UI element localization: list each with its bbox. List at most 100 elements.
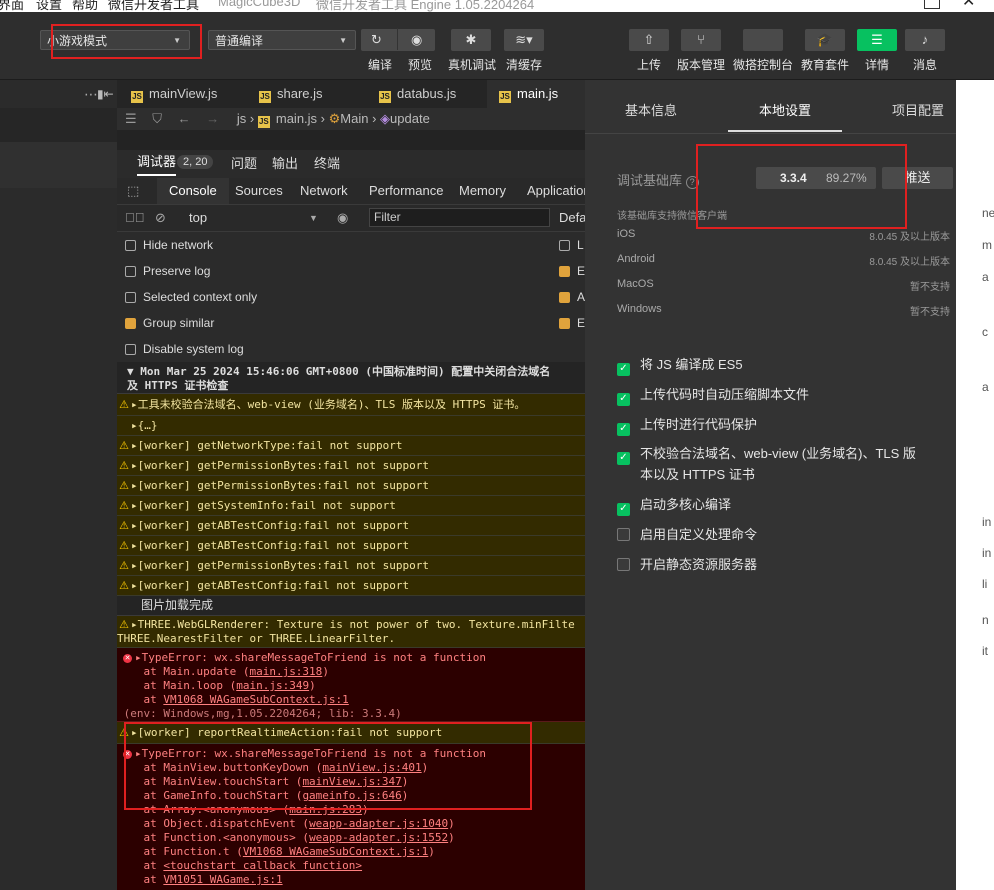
tab-application[interactable]: Application xyxy=(527,178,591,204)
details-icon[interactable]: ☰ xyxy=(857,29,897,51)
option-hide-network[interactable]: Hide network xyxy=(125,238,213,252)
checkbox[interactable] xyxy=(617,558,630,571)
log-object[interactable]: ▸{…} xyxy=(117,416,585,436)
checkbox[interactable] xyxy=(617,528,630,541)
option-right-2[interactable]: E xyxy=(559,264,585,278)
tab-console[interactable]: Console xyxy=(157,178,229,204)
push-button[interactable]: 推送 xyxy=(882,167,953,189)
option-disable-system-log[interactable]: Disable system log xyxy=(125,342,244,356)
checkbox[interactable] xyxy=(125,292,136,303)
tab-basic-info[interactable]: 基本信息 xyxy=(625,100,677,119)
setting-multicore[interactable]: ✓ 启动多核心编译 xyxy=(617,494,731,516)
option-right-3[interactable]: A xyxy=(559,290,585,304)
checkbox[interactable] xyxy=(125,344,136,355)
log-error[interactable]: ✕ ▸TypeError: wx.shareMessageToFriend is … xyxy=(117,744,585,890)
lib-version-select[interactable]: 3.3.4 89.27% xyxy=(756,167,876,189)
checkbox-checked[interactable] xyxy=(125,318,136,329)
forward-icon[interactable]: → xyxy=(206,111,219,126)
source-link[interactable]: mainView.js:347 xyxy=(302,775,401,788)
tab-network[interactable]: Network xyxy=(300,178,348,204)
menu-help[interactable]: 帮助 xyxy=(72,0,98,12)
checkbox-checked[interactable] xyxy=(559,292,570,303)
log-error[interactable]: ✕ ▸TypeError: wx.shareMessageToFriend is … xyxy=(117,648,585,722)
refresh-icon[interactable]: ↻ xyxy=(371,29,382,51)
option-selected-context[interactable]: Selected context only xyxy=(125,290,257,304)
list-icon[interactable]: ☰ xyxy=(125,111,137,126)
source-link[interactable]: VM1051 WAGame.js:1 xyxy=(163,873,282,886)
tab-performance[interactable]: Performance xyxy=(369,178,443,204)
source-link[interactable]: main.js:283 xyxy=(289,803,362,816)
checkbox[interactable] xyxy=(559,240,570,251)
tab-output[interactable]: 输出 xyxy=(272,150,298,178)
editor-area[interactable] xyxy=(117,130,585,150)
explorer-row[interactable] xyxy=(0,108,117,142)
checkbox[interactable] xyxy=(125,240,136,251)
layers-icon[interactable]: ≋▾ xyxy=(504,29,544,51)
source-link[interactable]: main.js:318 xyxy=(249,665,322,678)
maximize-icon[interactable] xyxy=(924,0,940,9)
log-warning[interactable]: ⚠ ▸工具未校验合法域名、web-view (业务域名)、TLS 版本以及 HTT… xyxy=(117,394,585,416)
tab-problems[interactable]: 问题 xyxy=(231,150,257,178)
setting-static-server[interactable]: 开启静态资源服务器 xyxy=(617,554,757,573)
sidebar-icon[interactable]: ▶⃞ xyxy=(125,205,145,231)
bookmark-icon[interactable]: ⛉ xyxy=(152,111,162,126)
setting-code-protect[interactable]: ✓ 上传时进行代码保护 xyxy=(617,414,757,436)
version-icon[interactable]: ⑂ xyxy=(681,29,721,51)
clear-cache-button[interactable]: 清缓存 xyxy=(503,56,545,73)
log-warning[interactable]: ⚠ ▸[worker] getPermissionBytes:fail not s… xyxy=(117,476,585,496)
tab-local-settings[interactable]: 本地设置 xyxy=(759,100,811,119)
log-warning[interactable]: ⚠ ▸[worker] getPermissionBytes:fail not s… xyxy=(117,456,585,476)
option-preserve-log[interactable]: Preserve log xyxy=(125,264,210,278)
setting-skip-domain-check[interactable]: ✓ 不校验合法域名、web-view (业务域名)、TLS 版本以及 HTTPS … xyxy=(617,444,916,485)
check-icon[interactable]: ✓ xyxy=(617,503,630,516)
breadcrumb-item[interactable]: js xyxy=(237,111,246,126)
close-icon[interactable]: ✕ xyxy=(962,0,975,11)
log-warning[interactable]: ⚠ ▸[worker] getABTestConfig:fail not supp… xyxy=(117,536,585,556)
sidebar-toggle-icon[interactable]: ▮⇤ xyxy=(97,80,114,108)
eye-icon[interactable]: ◉ xyxy=(337,205,348,231)
messages-button[interactable]: 消息 xyxy=(906,56,944,73)
bug-icon[interactable]: ✱ xyxy=(451,29,491,51)
menu-settings[interactable]: 设置 xyxy=(36,0,62,12)
tab-mainview[interactable]: JS mainView.js xyxy=(131,80,243,108)
upload-icon[interactable]: ⇧ xyxy=(629,29,669,51)
weda-console-button[interactable]: 微搭控制台 xyxy=(731,56,795,73)
tab-terminal[interactable]: 终端 xyxy=(314,150,340,178)
upload-button[interactable]: 上传 xyxy=(630,56,668,73)
check-icon[interactable]: ✓ xyxy=(617,393,630,406)
details-button[interactable]: 详情 xyxy=(858,56,896,73)
bell-icon[interactable]: ♪ xyxy=(905,29,945,51)
source-link[interactable]: weapp-adapter.js:1552 xyxy=(309,831,448,844)
tab-databus[interactable]: JS databus.js xyxy=(379,80,489,108)
log-warning[interactable]: ⚠ ▸[worker] reportRealtimeAction:fail not… xyxy=(117,722,585,744)
option-right-1[interactable]: L xyxy=(559,238,584,252)
source-link[interactable]: <touchstart callback function> xyxy=(163,859,362,872)
check-icon[interactable]: ✓ xyxy=(617,452,630,465)
context-select[interactable]: top xyxy=(189,205,207,231)
setting-minify[interactable]: ✓ 上传代码时自动压缩脚本文件 xyxy=(617,384,809,406)
log-warning[interactable]: ⚠ ▸THREE.WebGLRenderer: Texture is not po… xyxy=(117,616,585,648)
source-link[interactable]: main.js:349 xyxy=(236,679,309,692)
log-warning[interactable]: ⚠ ▸[worker] getSystemInfo:fail not suppor… xyxy=(117,496,585,516)
source-link[interactable]: weapp-adapter.js:1040 xyxy=(309,817,448,830)
inspect-icon[interactable]: ⬚ xyxy=(127,178,139,204)
tab-sources[interactable]: Sources xyxy=(235,178,283,204)
clear-console-icon[interactable]: ⊘ xyxy=(155,205,166,231)
log-warning[interactable]: ⚠ ▸[worker] getABTestConfig:fail not supp… xyxy=(117,516,585,536)
check-icon[interactable]: ✓ xyxy=(617,423,630,436)
education-kit-button[interactable]: 教育套件 xyxy=(798,56,852,73)
tab-main[interactable]: JS main.js xyxy=(487,80,585,108)
source-link[interactable]: gameinfo.js:646 xyxy=(302,789,401,802)
tab-share[interactable]: JS share.js xyxy=(259,80,359,108)
source-link[interactable]: VM1068 WAGameSubContext.js:1 xyxy=(243,845,428,858)
checkbox-checked[interactable] xyxy=(559,266,570,277)
chevron-down-icon[interactable]: ▼ xyxy=(309,205,318,231)
source-link[interactable]: mainView.js:401 xyxy=(322,761,421,774)
menu-devtools[interactable]: 微信开发者工具 xyxy=(108,0,199,12)
breadcrumb-item[interactable]: update xyxy=(390,111,430,126)
log-warning[interactable]: ⚠ ▸[worker] getPermissionBytes:fail not s… xyxy=(117,556,585,576)
setting-es5[interactable]: ✓ 将 JS 编译成 ES5 xyxy=(617,354,743,376)
preview-button[interactable]: 预览 xyxy=(403,56,437,73)
graduation-cap-icon[interactable]: 🎓 xyxy=(805,29,845,51)
checkbox[interactable] xyxy=(125,266,136,277)
